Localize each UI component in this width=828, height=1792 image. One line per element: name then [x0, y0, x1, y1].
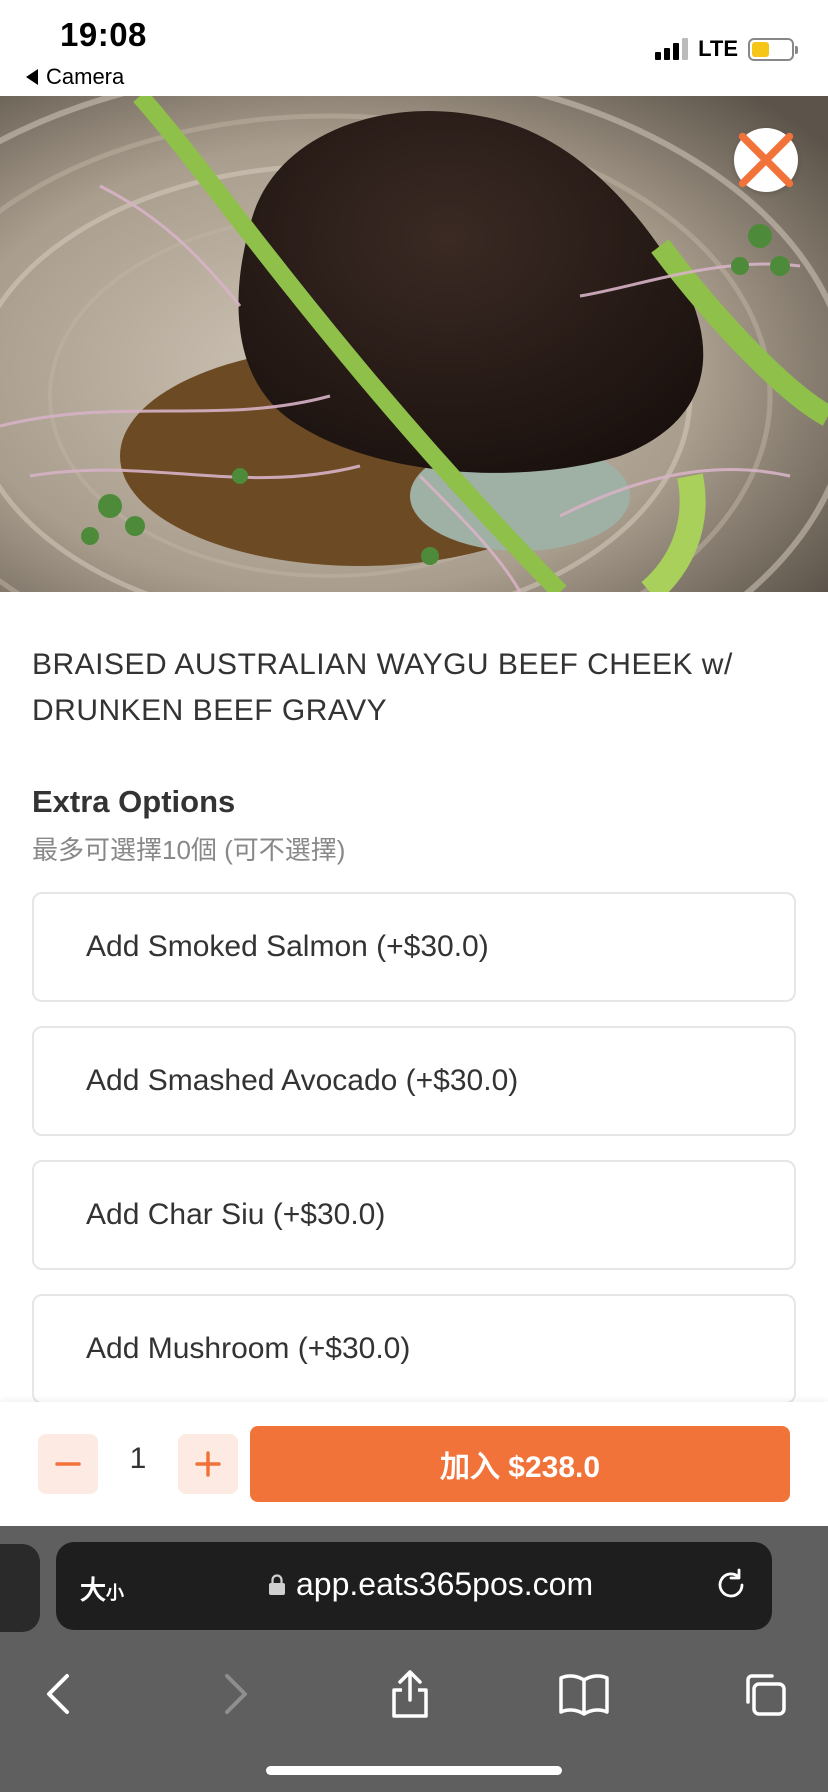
dish-title: BRAISED AUSTRALIAN WAYGU BEEF CHEEK w/ D…	[32, 648, 733, 727]
close-icon	[738, 132, 794, 188]
tabs-button[interactable]	[734, 1664, 794, 1724]
option-mushroom[interactable]: Add Mushroom (+$30.0)	[32, 1294, 796, 1404]
minus-icon	[55, 1462, 81, 1466]
extra-options-subtitle: 最多可選擇10個 (可不選擇)	[32, 835, 346, 865]
previous-tab-edge[interactable]	[0, 1544, 40, 1632]
reload-icon	[718, 1568, 744, 1598]
browser-nav-row	[0, 1664, 828, 1734]
forward-button[interactable]	[206, 1664, 266, 1724]
signal-icon	[655, 38, 689, 60]
item-detail: BRAISED AUSTRALIAN WAYGU BEEF CHEEK w/ D…	[0, 592, 828, 1404]
cart-bar: 1 加入 $238.0	[0, 1402, 828, 1526]
tabs-icon	[746, 1674, 786, 1716]
status-time: 19:08	[60, 16, 147, 53]
chevron-left-icon	[47, 1674, 69, 1714]
status-bar: 19:08 Camera LTE	[0, 0, 828, 96]
back-button[interactable]	[28, 1664, 88, 1724]
battery-icon	[748, 37, 798, 61]
lock-icon	[269, 1573, 285, 1595]
back-to-app-link[interactable]: Camera	[26, 64, 124, 90]
share-icon	[392, 1670, 428, 1718]
dish-photo-illustration	[0, 96, 828, 592]
status-indicators: LTE	[655, 36, 798, 62]
network-type: LTE	[698, 36, 738, 61]
bookmarks-button[interactable]	[554, 1664, 614, 1724]
plus-icon	[195, 1451, 221, 1477]
back-triangle-icon	[26, 69, 38, 85]
book-icon	[559, 1674, 609, 1716]
browser-toolbar: 大小 app.eats365pos.com	[0, 1526, 828, 1792]
increment-button[interactable]	[178, 1434, 238, 1494]
option-char-siu[interactable]: Add Char Siu (+$30.0)	[32, 1160, 796, 1270]
option-smoked-salmon[interactable]: Add Smoked Salmon (+$30.0)	[32, 892, 796, 1002]
share-button[interactable]	[380, 1664, 440, 1724]
close-button[interactable]	[734, 128, 798, 192]
text-size-button[interactable]: 大小	[80, 1570, 124, 1607]
dish-photo	[0, 96, 828, 592]
option-label: Add Smashed Avocado (+$30.0)	[86, 1064, 519, 1097]
text-size-large: 大	[80, 1575, 107, 1605]
home-indicator[interactable]	[266, 1766, 562, 1775]
chevron-right-icon	[225, 1674, 247, 1714]
extra-options-title: Extra Options	[32, 784, 236, 819]
reload-button[interactable]	[712, 1566, 750, 1609]
url-display[interactable]: app.eats365pos.com	[268, 1566, 593, 1603]
option-label: Add Mushroom (+$30.0)	[86, 1332, 411, 1365]
url-text: app.eats365pos.com	[296, 1566, 594, 1602]
add-to-cart-button[interactable]: 加入 $238.0	[250, 1426, 790, 1502]
text-size-small: 小	[106, 1583, 125, 1603]
option-smashed-avocado[interactable]: Add Smashed Avocado (+$30.0)	[32, 1026, 796, 1136]
address-bar[interactable]: 大小 app.eats365pos.com	[56, 1542, 772, 1630]
decrement-button[interactable]	[38, 1434, 98, 1494]
back-app-label: Camera	[46, 64, 125, 89]
option-label: Add Smoked Salmon (+$30.0)	[86, 930, 489, 963]
quantity-value: 1	[129, 1442, 147, 1475]
option-label: Add Char Siu (+$30.0)	[86, 1198, 386, 1231]
